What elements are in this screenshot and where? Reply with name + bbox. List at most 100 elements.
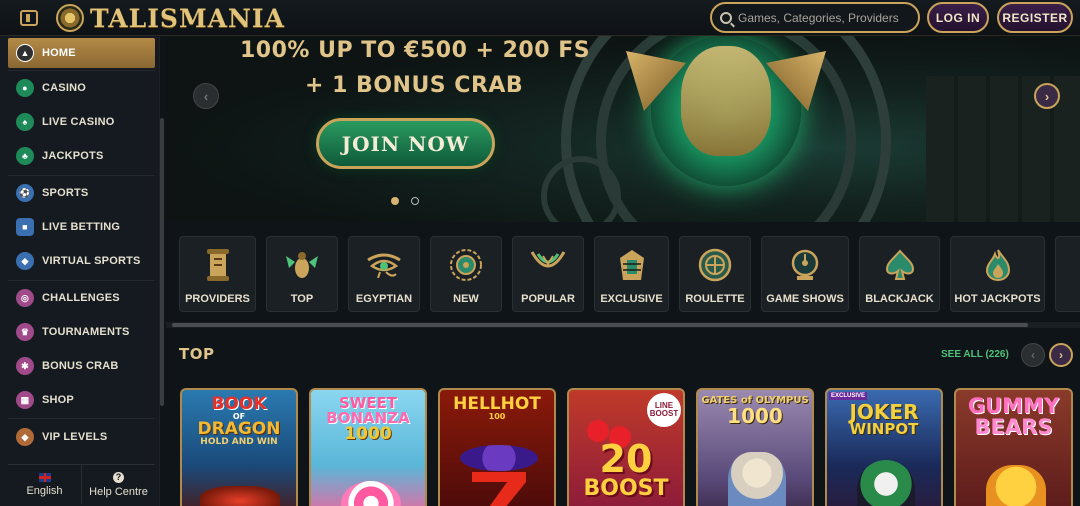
sidebar-item-shop[interactable]: ▦ SHOP — [8, 384, 155, 416]
login-button[interactable]: LOG IN — [927, 2, 989, 33]
joker-art — [857, 460, 915, 506]
category-label: EGYPTIAN — [355, 293, 413, 305]
brand-logo[interactable]: TALISMANIA — [56, 2, 285, 34]
divider — [8, 175, 155, 176]
divider — [8, 418, 155, 419]
search-box[interactable] — [710, 2, 920, 33]
scroll-icon — [200, 247, 236, 283]
sidebar-scrollbar[interactable] — [160, 118, 164, 406]
wheel-icon — [787, 247, 823, 283]
sun-icon — [448, 247, 484, 283]
category-exclusive[interactable]: EXCLUSIVE — [594, 236, 669, 312]
game-card-joker-winpot[interactable]: EXCLUSIVE JOKER WINPOT — [825, 388, 943, 506]
hero-prev-arrow-icon[interactable]: ‹ — [193, 83, 219, 109]
clover-icon: ♣ — [16, 147, 34, 165]
sidebar-item-label: VIP LEVELS — [42, 431, 108, 443]
spade-icon: ♠ — [16, 113, 34, 131]
help-label: Help Centre — [89, 485, 148, 498]
roulette-icon — [697, 247, 733, 283]
sidebar-item-live-betting[interactable]: ■ LIVE BETTING — [8, 211, 155, 243]
uk-flag-icon — [38, 472, 51, 482]
carousel-dot-active[interactable] — [391, 197, 399, 205]
game-card-sweet-bonanza[interactable]: SWEET BONANZA 1000 — [309, 388, 427, 506]
sidebar-item-bonus-crab[interactable]: ✱ BONUS CRAB — [8, 350, 155, 382]
carousel-dot[interactable] — [411, 197, 419, 205]
hero-next-arrow-icon[interactable]: › — [1034, 83, 1060, 109]
game-card-20-boost[interactable]: LINE BOOST 20 BOOST — [567, 388, 685, 506]
sidebar-item-virtual-sports[interactable]: ◆ VIRTUAL SPORTS — [8, 245, 155, 277]
sidebar-toggle-icon[interactable] — [20, 10, 38, 26]
crab-icon: ✱ — [16, 357, 34, 375]
category-label: BLACKJACK — [865, 293, 934, 305]
grapes-art — [460, 445, 538, 471]
category-game-shows[interactable]: GAME SHOWS — [761, 236, 849, 312]
live-icon: ■ — [16, 218, 34, 236]
help-centre-link[interactable]: ? Help Centre — [81, 465, 155, 504]
hero-banner[interactable] — [166, 36, 1080, 222]
scarab-logo-icon — [56, 4, 84, 32]
category-scrollbar[interactable] — [172, 323, 1028, 327]
games-next-arrow-icon[interactable]: › — [1049, 343, 1073, 367]
game-card-book-of-dragon[interactable]: BOOK OF DRAGON HOLD AND WIN — [180, 388, 298, 506]
category-top[interactable]: TOP — [266, 236, 338, 312]
hero-headline: 100% UP TO €500 + 200 FS — [240, 38, 591, 63]
register-button[interactable]: REGISTER — [997, 2, 1073, 33]
sidebar-item-label: JACKPOTS — [42, 150, 104, 162]
sidebar-item-label: VIRTUAL SPORTS — [42, 255, 141, 267]
game-title: GUMMY BEARS — [967, 394, 1060, 439]
exclusive-badge: EXCLUSIVE — [829, 392, 868, 400]
category-label: EXCLUSIVE — [600, 293, 663, 305]
category-roulette[interactable]: ROULETTE — [679, 236, 751, 312]
help-icon: ? — [113, 471, 124, 483]
category-label: GAME SHOWS — [766, 293, 844, 305]
challenge-icon: ◎ — [16, 289, 34, 307]
sidebar-item-jackpots[interactable]: ♣ JACKPOTS — [8, 140, 155, 172]
pyramid-icon: ▲ — [16, 44, 34, 62]
seven-art — [472, 472, 526, 506]
sidebar-item-vip-levels[interactable]: ◆ VIP LEVELS — [8, 421, 155, 453]
category-new[interactable]: NEW — [430, 236, 502, 312]
sidebar-item-home[interactable]: ▲ HOME — [8, 38, 155, 68]
sidebar-item-live-casino[interactable]: ♠ LIVE CASINO — [8, 106, 155, 138]
join-now-button[interactable]: JOIN NOW — [316, 118, 495, 169]
language-label: English — [26, 484, 63, 497]
category-partial[interactable] — [1055, 236, 1080, 312]
game-card-gummy-bears[interactable]: GUMMY BEARS — [954, 388, 1073, 506]
sidebar-item-label: LIVE BETTING — [42, 221, 121, 233]
sidebar-item-casino[interactable]: ● CASINO — [8, 72, 155, 104]
games-prev-arrow-icon[interactable]: ‹ — [1021, 343, 1045, 367]
see-all-link[interactable]: SEE ALL (226) — [941, 349, 1009, 360]
sidebar-item-tournaments[interactable]: ♛ TOURNAMENTS — [8, 316, 155, 348]
game-title: HELLHOT 100 — [453, 394, 541, 421]
game-title: SWEET BONANZA 1000 — [326, 394, 410, 444]
category-popular[interactable]: POPULAR — [512, 236, 584, 312]
game-card-gates-of-olympus[interactable]: GATES of OLYMPUS 1000 — [696, 388, 814, 506]
game-title: BOOK OF DRAGON HOLD AND WIN — [197, 394, 281, 447]
search-icon — [720, 11, 732, 24]
category-egyptian[interactable]: EGYPTIAN — [348, 236, 420, 312]
category-label: HOT JACKPOTS — [954, 293, 1041, 305]
category-hot-jackpots[interactable]: HOT JACKPOTS — [950, 236, 1045, 312]
sidebar-item-label: TOURNAMENTS — [42, 326, 130, 338]
sidebar-item-sports[interactable]: ⚽ SPORTS — [8, 177, 155, 209]
category-label: TOP — [290, 293, 314, 305]
category-providers[interactable]: PROVIDERS — [179, 236, 256, 312]
search-input[interactable] — [738, 10, 908, 25]
game-card-hell-hot[interactable]: HELLHOT 100 — [438, 388, 556, 506]
category-blackjack[interactable]: BLACKJACK — [859, 236, 940, 312]
sidebar-item-label: CASINO — [42, 82, 86, 94]
sidebar-item-label: SHOP — [42, 394, 74, 406]
flame-icon — [980, 247, 1016, 283]
sidebar-item-label: LIVE CASINO — [42, 116, 115, 128]
sidebar-item-challenges[interactable]: ◎ CHALLENGES — [8, 282, 155, 314]
gamepad-icon: ◆ — [16, 252, 34, 270]
ball-icon: ⚽ — [16, 184, 34, 202]
language-selector[interactable]: English — [8, 465, 81, 504]
eye-of-horus-icon — [366, 247, 402, 283]
spade-icon — [882, 247, 918, 283]
category-label: PROVIDERS — [185, 293, 250, 305]
section-title: TOP — [179, 345, 215, 363]
sidebar-item-label: HOME — [42, 47, 76, 59]
dragon-art — [200, 486, 280, 506]
chip-icon: ● — [16, 79, 34, 97]
